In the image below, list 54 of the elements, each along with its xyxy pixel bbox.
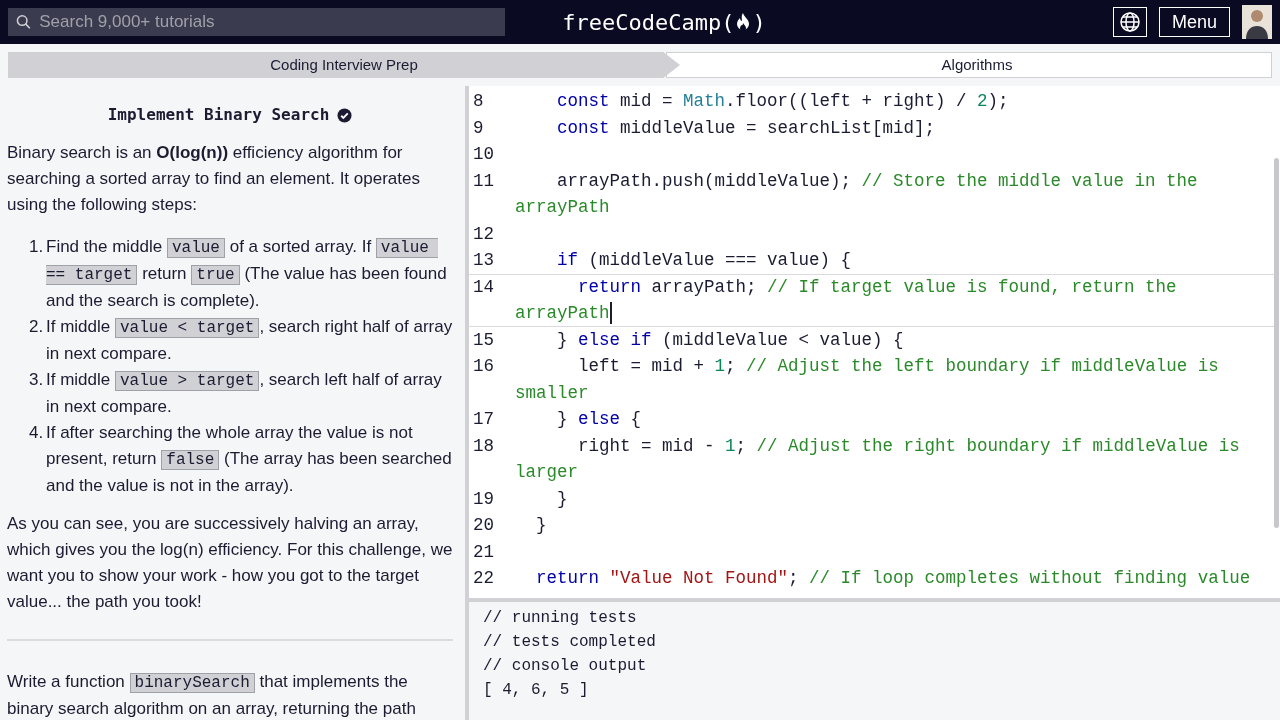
list-item-text: Find the middle value of a sorted array. If value == target return true (The value has been found and the search is complete). — [46, 236, 448, 312]
list-number: 2. — [29, 316, 45, 338]
code-line: return arrayPath; // If target value is found, return the arrayPath — [515, 275, 1178, 327]
paragraph: Write a function binarySearch that implements the binary search algorithm on an array, returning the path — [7, 671, 417, 720]
line-number: 21 — [472, 540, 495, 564]
code-line: const middleValue = searchList[mid]; — [556, 116, 937, 140]
list-number: 4. — [29, 422, 45, 444]
code-line: left = mid + 1; // Adjust the left boundary if middleValue is smaller — [515, 355, 1220, 405]
code-line: return "Value Not Found"; // If loop completes without finding value — [535, 567, 1252, 590]
code-line: } — [535, 514, 548, 537]
challenge-title: Implement Binary Search — [107, 104, 330, 126]
list-number: 3. — [29, 369, 45, 391]
console-line: // running tests — [483, 608, 638, 629]
text-cursor — [609, 302, 612, 325]
globe-icon — [1118, 11, 1141, 33]
list-number: 1. — [29, 236, 45, 258]
list-item-text: If middle value < target , search right half of array in next compare. — [46, 316, 453, 365]
menu-button[interactable]: Menu — [1158, 7, 1230, 37]
breadcrumb-link[interactable]: Algorithms — [666, 52, 1272, 78]
paragraph: As you can see, you are successively halving an array, which gives you the log(n) efficiency. For this challenge, we want you to show your work - how you got to the target value... the path you took! — [7, 513, 453, 613]
line-number: 19 — [472, 487, 495, 511]
code-line: } else { — [556, 408, 643, 431]
line-number: 15 — [472, 328, 495, 352]
line-number: 18 — [472, 434, 495, 458]
flame-icon — [735, 12, 752, 32]
breadcrumb-link[interactable]: Coding Interview Prep — [8, 52, 680, 78]
paragraph: Binary search is an O(log(n)) efficiency algorithm for searching a sorted array to find an element. It operates using the following steps: — [7, 142, 421, 216]
search-icon — [16, 14, 32, 30]
line-number: 22 — [472, 567, 495, 590]
scrollbar[interactable] — [1274, 158, 1279, 528]
console-line: // tests completed — [483, 632, 657, 653]
line-number: 13 — [472, 249, 495, 272]
line-number: 8 — [472, 90, 485, 113]
line-number: 17 — [472, 408, 495, 431]
language-button[interactable] — [1112, 7, 1147, 37]
line-number: 14 — [472, 275, 495, 299]
console-line: [ 4, 6, 5 ] — [483, 680, 590, 701]
list-item-text: If after searching the whole array the value is not present, return false (The array has been searched and the value is not in the array). — [46, 422, 453, 497]
code-line: } else if (middleValue < value) { — [556, 328, 905, 352]
list-item-text: If middle value > target , search left half of array in next compare. — [46, 369, 443, 418]
line-number: 9 — [472, 116, 485, 140]
code-line: arrayPath.push(middleValue); // Store the middle value in the arrayPath — [515, 169, 1199, 219]
line-number: 20 — [472, 514, 495, 537]
line-number: 12 — [472, 222, 495, 246]
code-line: } — [556, 487, 569, 511]
console-line: // console output — [483, 656, 648, 677]
line-number: 16 — [472, 355, 495, 378]
code-line: const mid = Math.floor((left + right) / 2); — [556, 90, 1010, 113]
line-number: 10 — [472, 143, 495, 166]
avatar[interactable] — [1242, 5, 1272, 39]
line-number: 11 — [472, 169, 495, 193]
code-line: if (middleValue === value) { — [556, 249, 853, 272]
code-editor[interactable] — [469, 86, 1280, 598]
code-line: right = mid - 1; // Adjust the right boundary if middleValue is larger — [515, 434, 1241, 484]
